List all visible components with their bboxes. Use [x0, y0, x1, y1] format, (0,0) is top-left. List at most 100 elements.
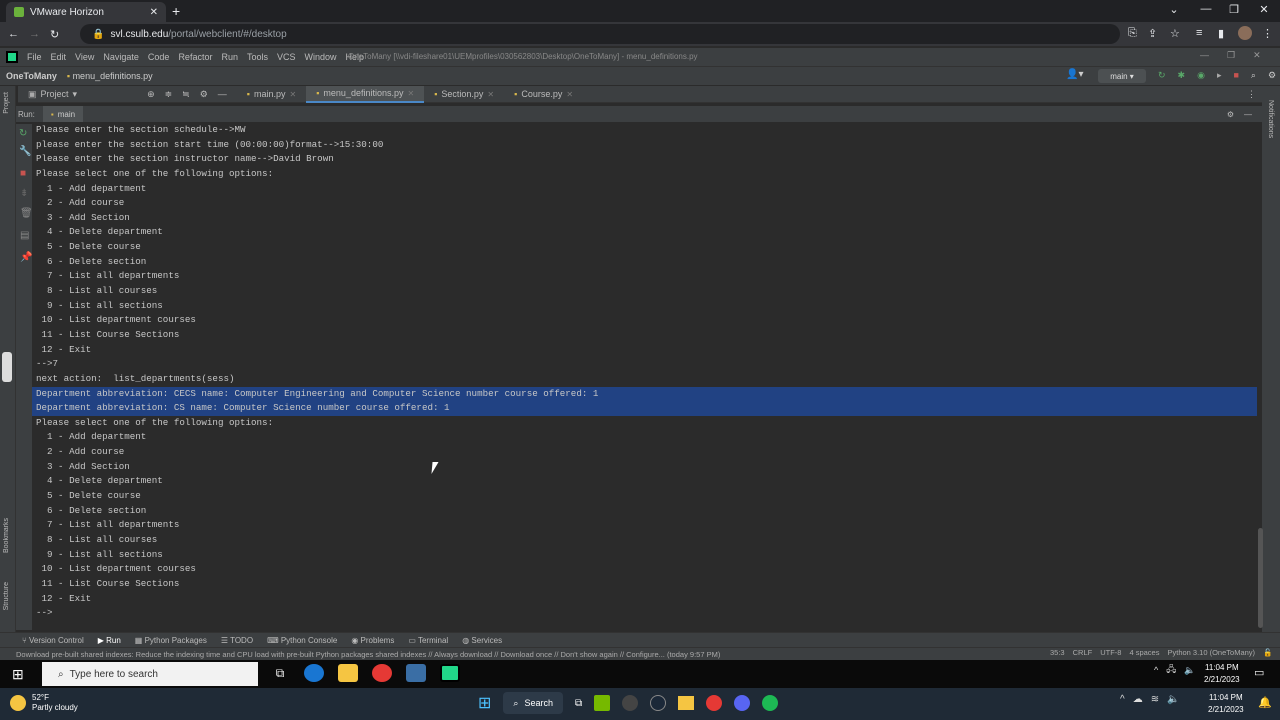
menu-navigate[interactable]: Navigate — [103, 52, 139, 62]
onedrive-icon[interactable]: ☁ — [1133, 694, 1143, 705]
tab-section-py[interactable]: ▪ Section.py ✕ — [424, 86, 504, 103]
tab-version-control[interactable]: ⑂ Version Control — [22, 636, 84, 645]
vm-clock[interactable]: 11:04 PM 2/21/2023 — [1204, 662, 1240, 686]
chrome-icon[interactable] — [372, 664, 392, 682]
menu-run[interactable]: Run — [221, 52, 238, 62]
network-icon[interactable]: 🖧 — [1166, 662, 1176, 678]
vmware-icon[interactable] — [406, 664, 426, 682]
sidebar-icon[interactable]: ▮ — [1218, 27, 1224, 40]
chevron-up-icon[interactable]: ^ — [1120, 694, 1125, 705]
hide-icon[interactable]: — — [218, 89, 227, 99]
project-breadcrumb[interactable]: OneToMany — [6, 71, 57, 81]
pycharm-icon[interactable] — [440, 664, 460, 682]
spotify-icon[interactable] — [762, 695, 779, 711]
volume-icon[interactable]: 🔈 — [1167, 694, 1179, 705]
menu-edit[interactable]: Edit — [51, 52, 67, 62]
recent-files-icon[interactable]: ⋮ — [1247, 89, 1256, 100]
reading-list-icon[interactable]: ≡ — [1196, 27, 1202, 39]
rerun-icon[interactable]: ↻ — [19, 128, 27, 139]
task-view-icon[interactable]: ⧉ — [575, 698, 582, 709]
profile-run-icon[interactable]: ▸ — [1217, 70, 1222, 81]
ide-close-icon[interactable]: ✕ — [1253, 50, 1261, 61]
notification-bell-icon[interactable]: 🔔 — [1258, 696, 1272, 709]
chevron-up-icon[interactable]: ^ — [1154, 665, 1158, 675]
tab-course-py[interactable]: ▪ Course.py ✕ — [504, 86, 583, 103]
run-config-dropdown[interactable]: main ▾ — [1098, 69, 1146, 83]
close-tab-icon[interactable]: ✕ — [290, 90, 297, 99]
task-view-icon[interactable]: ⧉ — [270, 664, 290, 682]
run-settings-icon[interactable]: ⚙ — [1227, 110, 1234, 119]
clear-all-icon[interactable]: 🗑 — [20, 208, 33, 219]
ide-minimize-icon[interactable]: — — [1200, 50, 1209, 61]
tab-run[interactable]: ▶ Run — [98, 636, 121, 645]
structure-tool-label[interactable]: Structure — [3, 582, 10, 610]
notification-icon[interactable]: ▭ — [1254, 666, 1264, 679]
notifications-label[interactable]: Notifications — [1267, 100, 1274, 138]
lock-status-icon[interactable]: 🔓 — [1263, 648, 1272, 657]
menu-view[interactable]: View — [75, 52, 94, 62]
pin-tab-icon[interactable]: 📌 — [20, 252, 32, 263]
browser-tab[interactable]: VMware Horizon ✕ — [6, 2, 166, 22]
bookmark-star-icon[interactable]: ☆ — [1170, 27, 1180, 40]
close-window-icon[interactable]: ✕ — [1254, 3, 1274, 16]
tab-menu-definitions-py[interactable]: ▪ menu_definitions.py ✕ — [306, 85, 425, 103]
settings-icon[interactable]: ⚙ — [1268, 70, 1276, 81]
cast-icon[interactable]: ⇪ — [1148, 27, 1157, 40]
expand-icon[interactable]: ≒ — [182, 89, 190, 100]
host-search-button[interactable]: ⌕ Search — [503, 692, 563, 714]
line-separator[interactable]: CRLF — [1073, 648, 1093, 657]
tab-terminal[interactable]: ▭ Terminal — [408, 636, 448, 645]
console-scrollbar[interactable] — [1258, 528, 1263, 628]
file-breadcrumb[interactable]: ▪ menu_definitions.py — [67, 71, 153, 81]
menu-refactor[interactable]: Refactor — [178, 52, 212, 62]
hide-panel-icon[interactable]: — — [1244, 110, 1252, 119]
file-encoding[interactable]: UTF-8 — [1100, 648, 1121, 657]
windows-start-icon[interactable]: ⊞ — [12, 666, 24, 683]
stop-run-icon[interactable]: ■ — [20, 168, 26, 179]
new-tab-icon[interactable]: + — [172, 3, 180, 19]
wifi-icon[interactable]: ≋ — [1151, 694, 1159, 705]
tab-python-packages[interactable]: ▦ Python Packages — [135, 636, 207, 645]
reload-icon[interactable]: ↻ — [50, 28, 59, 41]
file-explorer-icon[interactable] — [678, 696, 695, 710]
rerun-icon[interactable]: ↻ — [1158, 70, 1166, 81]
close-tab-icon[interactable]: ✕ — [487, 90, 494, 99]
ide-restore-icon[interactable]: ❐ — [1227, 50, 1235, 61]
cursor-position[interactable]: 35:3 — [1050, 648, 1065, 657]
python-interpreter[interactable]: Python 3.10 (OneToMany) — [1167, 648, 1255, 657]
browser-menu-icon[interactable]: ⋮ — [1262, 27, 1273, 40]
menu-window[interactable]: Window — [305, 52, 337, 62]
modify-run-icon[interactable]: 🔧 — [19, 146, 31, 157]
user-icon[interactable]: 👤▾ — [1066, 69, 1083, 80]
tab-main-py[interactable]: ▪ main.py ✕ — [237, 86, 306, 103]
stop-icon[interactable]: ■ — [1233, 70, 1238, 81]
tab-problems[interactable]: ◉ Problems — [351, 636, 394, 645]
discord-icon[interactable] — [734, 695, 751, 711]
vm-search-box[interactable]: ⌕ Type here to search — [42, 662, 258, 686]
minimize-icon[interactable]: — — [1196, 3, 1216, 15]
run-console-output[interactable]: Please enter the section schedule-->MW pl… — [32, 123, 1257, 629]
edge-icon[interactable] — [304, 664, 324, 682]
project-tool-label[interactable]: Project — [3, 92, 10, 114]
forward-icon[interactable]: → — [29, 28, 40, 40]
search-everywhere-icon[interactable]: ⌕ — [1251, 70, 1256, 81]
tab-python-console[interactable]: ⌨ Python Console — [267, 636, 337, 645]
indent-setting[interactable]: 4 spaces — [1129, 648, 1159, 657]
maximize-icon[interactable]: ❐ — [1224, 3, 1244, 16]
close-tab-icon[interactable]: ✕ — [407, 89, 414, 98]
tab-todo[interactable]: ☰ TODO — [221, 636, 253, 645]
steam-icon[interactable] — [650, 695, 667, 711]
xbox-icon[interactable] — [622, 695, 639, 711]
tab-services[interactable]: ◍ Services — [462, 636, 502, 645]
close-tab-icon[interactable]: ✕ — [566, 90, 573, 99]
collapse-icon[interactable]: ≑ — [165, 89, 173, 100]
menu-vcs[interactable]: VCS — [277, 52, 296, 62]
target-icon[interactable]: ⊕ — [147, 89, 155, 100]
debug-icon[interactable]: ✱ — [1178, 70, 1186, 81]
gear-icon[interactable]: ⚙ — [200, 89, 208, 100]
tab-search-icon[interactable]: ⌄ — [1164, 3, 1184, 16]
back-icon[interactable]: ← — [8, 28, 19, 40]
menu-file[interactable]: File — [27, 52, 42, 62]
scroll-to-end-icon[interactable]: ⇟ — [20, 188, 28, 199]
nvidia-icon[interactable] — [594, 695, 611, 711]
